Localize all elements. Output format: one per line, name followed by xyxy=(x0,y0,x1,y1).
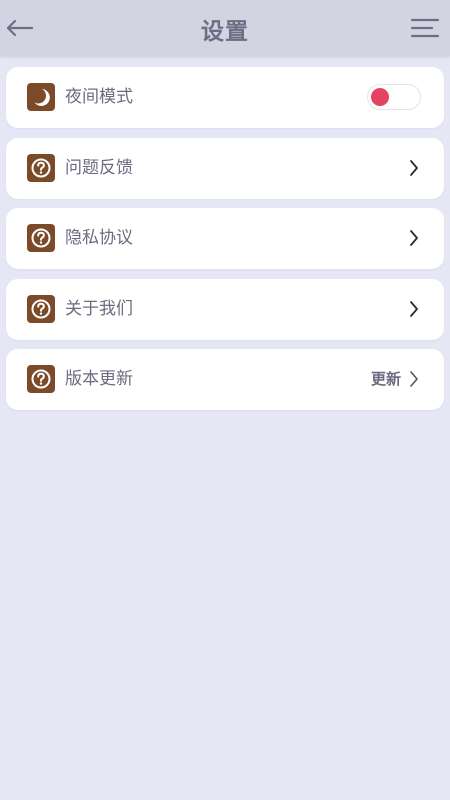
settings-item-label: 问题反馈 xyxy=(65,157,133,178)
chevron-right-icon xyxy=(410,230,418,246)
chevron-right-icon xyxy=(410,159,418,176)
question-icon xyxy=(27,153,55,182)
question-icon xyxy=(27,224,55,252)
chevron-right-icon xyxy=(410,300,418,317)
question-icon xyxy=(27,365,55,393)
settings-item-version-update[interactable]: 版本更新 更新 xyxy=(6,349,444,410)
menu-button[interactable] xyxy=(410,17,440,39)
settings-item-label: 隐私协议 xyxy=(65,228,133,248)
question-icon xyxy=(27,294,55,323)
settings-list: 夜间模式 问题反馈 隐私协议 关于我们 版本更新 更新 xyxy=(6,67,444,420)
update-status-text: 更新 xyxy=(370,370,401,388)
chevron-right-icon xyxy=(410,371,418,387)
settings-item-about[interactable]: 关于我们 xyxy=(6,278,444,340)
toggle-knob xyxy=(371,88,389,106)
top-bar: 设置 xyxy=(0,0,450,56)
menu-lines-icon xyxy=(410,18,440,38)
settings-item-label: 夜间模式 xyxy=(65,87,133,107)
night-mode-toggle[interactable] xyxy=(367,84,421,110)
page-title: 设置 xyxy=(201,19,249,45)
settings-item-privacy[interactable]: 隐私协议 xyxy=(6,208,444,269)
settings-item-label: 版本更新 xyxy=(65,369,133,389)
moon-icon xyxy=(27,83,55,111)
settings-item-label: 关于我们 xyxy=(65,298,133,319)
settings-item-night-mode[interactable]: 夜间模式 xyxy=(6,67,444,128)
settings-item-feedback[interactable]: 问题反馈 xyxy=(6,137,444,199)
